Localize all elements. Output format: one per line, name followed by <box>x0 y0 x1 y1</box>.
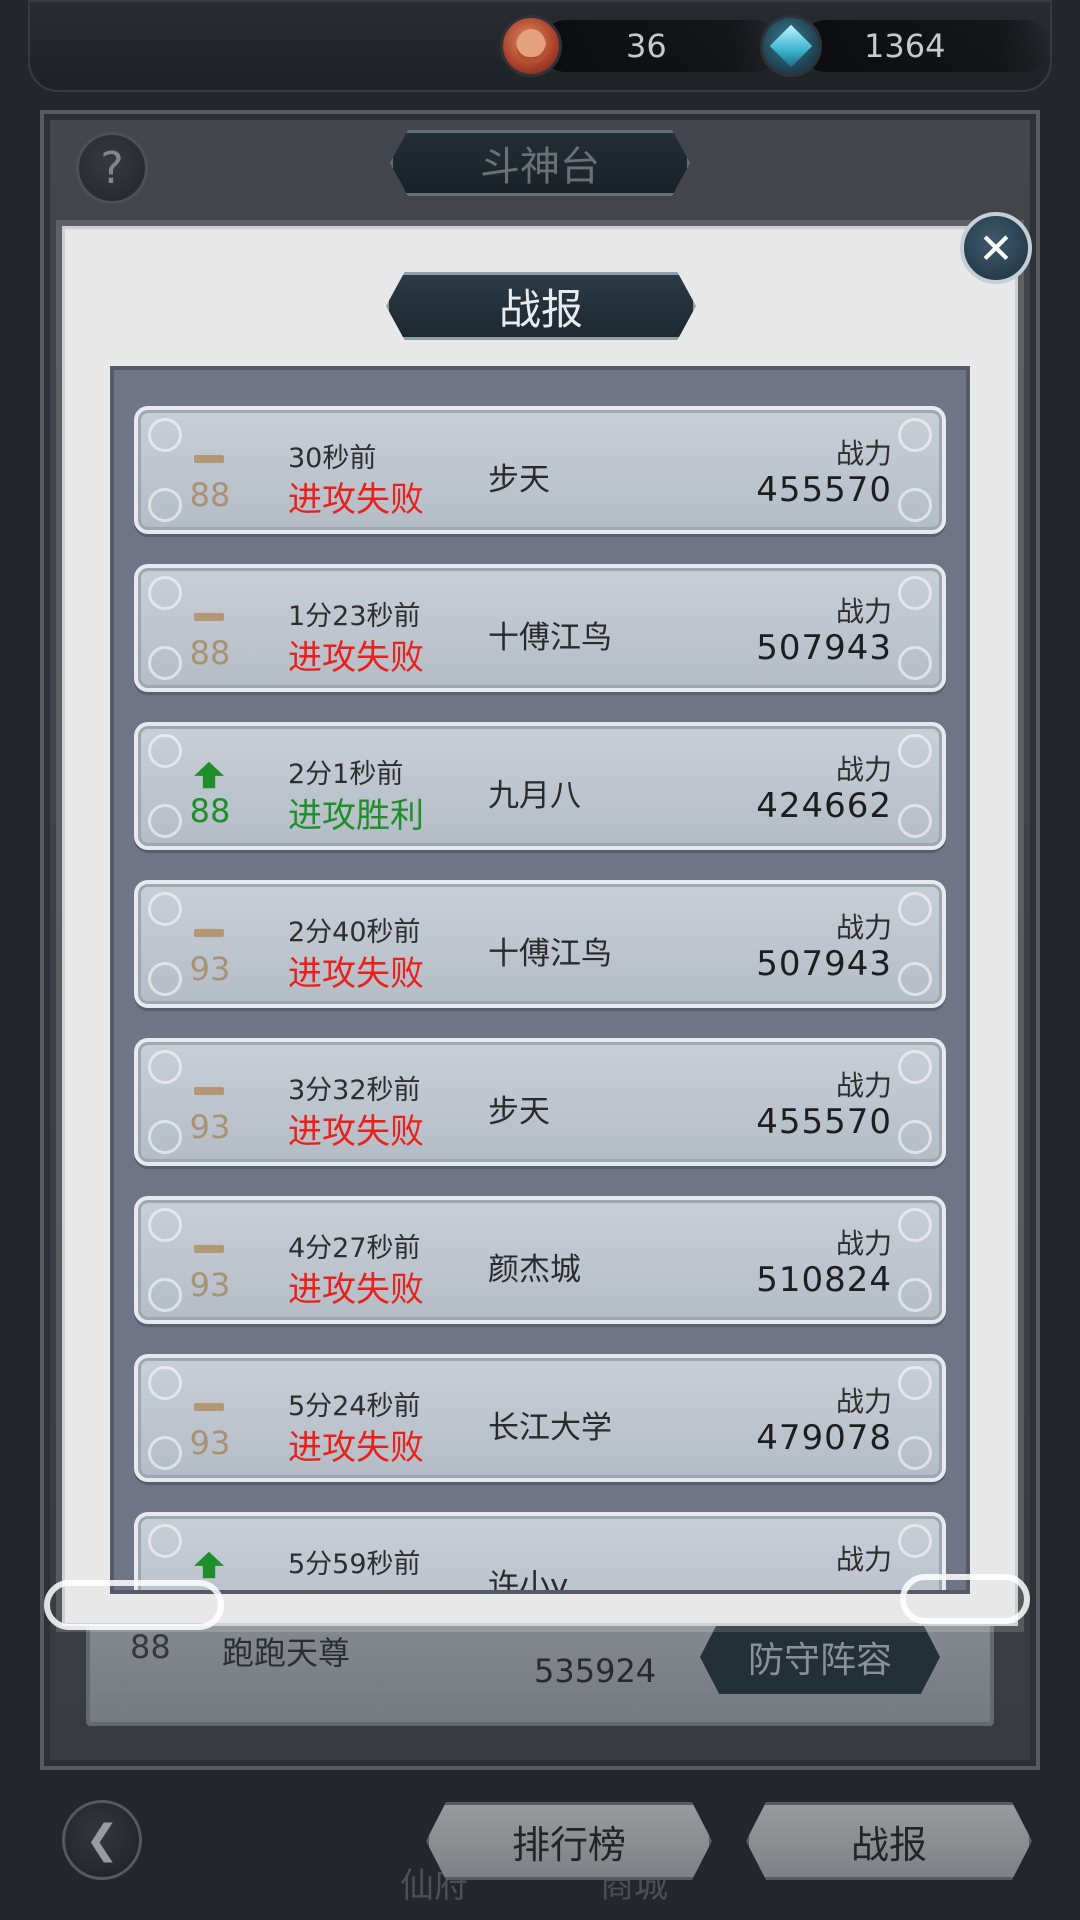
rank-unchanged-icon <box>194 918 224 948</box>
opponent-name: 步天 <box>488 462 550 498</box>
report-time: 3分32秒前 <box>288 1075 421 1106</box>
report-row[interactable]: 88 1分23秒前进攻失败 十傅江鸟 战力 507943 <box>134 564 946 692</box>
copper-value: 36 <box>626 27 667 65</box>
rank-up-arrow-icon <box>194 1550 224 1580</box>
copper-coin-icon <box>500 15 562 77</box>
power-label: 战力 <box>835 1227 892 1260</box>
rank-number: 88 <box>189 634 231 672</box>
power-value: 424662 <box>756 786 892 826</box>
report-list[interactable]: 88 30秒前 进攻失败 步天 战力 455570 88 1分23秒前 进攻失败 十傅江鸟 战力 50… <box>110 366 970 1594</box>
rank-unchanged-icon <box>194 602 224 632</box>
report-rows: 88 30秒前 进攻失败 步天 战力 455570 88 1分23秒前 进攻失败 十傅江鸟 战力 50… <box>134 406 946 1594</box>
corner-ornament <box>148 892 182 926</box>
report-time: 4分27秒前 <box>288 1233 421 1264</box>
corner-ornament <box>898 418 932 452</box>
power-label: 战力 <box>835 753 892 786</box>
power-value: 479078 <box>756 1418 892 1458</box>
power-label: 战力 <box>835 437 892 470</box>
report-time: 5分24秒前 <box>288 1391 421 1422</box>
report-time: 2分1秒前 <box>288 759 404 790</box>
power-value: 510824 <box>756 1260 892 1300</box>
corner-ornament <box>898 1436 932 1470</box>
opponent-name: 十傅江鸟 <box>488 620 612 656</box>
corner-ornament <box>148 1366 182 1400</box>
power-label: 战力 <box>835 911 892 944</box>
report-result: 进攻失败 <box>288 480 424 520</box>
close-button[interactable]: ✕ <box>960 212 1032 284</box>
corner-ornament <box>898 1208 932 1242</box>
opponent-name: 九月八 <box>488 778 581 814</box>
rank-number: 93 <box>189 1424 231 1462</box>
corner-ornament <box>898 1278 932 1312</box>
report-row[interactable]: 88 30秒前进攻失败 步天 战力 455570 <box>134 406 946 534</box>
rank-number: 93 <box>189 1108 231 1146</box>
corner-ornament <box>898 646 932 680</box>
corner-ornament <box>898 1524 932 1558</box>
opponent-name: 许小y <box>488 1568 569 1594</box>
report-result: 进攻失败 <box>288 638 424 678</box>
report-row[interactable]: 93 5分24秒前进攻失败 长江大学 战力 479078 <box>134 1354 946 1482</box>
opponent-name: 颜杰城 <box>488 1252 581 1288</box>
corner-ornament <box>898 804 932 838</box>
corner-ornament <box>148 734 182 768</box>
modal-title: 战报 <box>386 272 696 340</box>
crystal-value: 1364 <box>864 27 946 65</box>
cloud-decoration-left <box>44 1580 224 1630</box>
opponent-name: 长江大学 <box>488 1410 612 1446</box>
report-time: 30秒前 <box>288 443 377 474</box>
report-result: 进攻失败 <box>288 954 424 994</box>
corner-ornament <box>898 1120 932 1154</box>
power-label: 战力 <box>835 1543 892 1576</box>
corner-ornament <box>898 734 932 768</box>
corner-ornament <box>898 962 932 996</box>
rank-unchanged-icon <box>194 1392 224 1422</box>
corner-ornament <box>898 1050 932 1084</box>
rank-unchanged-icon <box>194 444 224 474</box>
corner-ornament <box>148 1524 182 1558</box>
power-label: 战力 <box>835 1385 892 1418</box>
report-row[interactable]: 5分59秒前许小y 战力 <box>134 1512 946 1594</box>
report-row[interactable]: 93 3分32秒前进攻失败 步天 战力 455570 <box>134 1038 946 1166</box>
power-label: 战力 <box>835 595 892 628</box>
corner-ornament <box>148 1050 182 1084</box>
report-result: 进攻失败 <box>288 1112 424 1152</box>
report-result: 进攻胜利 <box>288 796 424 836</box>
power-value: 507943 <box>756 944 892 984</box>
report-result: 进攻失败 <box>288 1428 424 1468</box>
corner-ornament <box>898 576 932 610</box>
corner-ornament <box>148 576 182 610</box>
corner-ornament <box>148 1208 182 1242</box>
report-result: 进攻失败 <box>288 1270 424 1310</box>
rank-unchanged-icon <box>194 1076 224 1106</box>
report-row[interactable]: 93 2分40秒前进攻失败 十傅江鸟 战力 507943 <box>134 880 946 1008</box>
rank-unchanged-icon <box>194 1234 224 1264</box>
rank-number: 93 <box>189 950 231 988</box>
power-value: 455570 <box>756 1102 892 1142</box>
corner-ornament <box>898 1366 932 1400</box>
corner-ornament <box>898 488 932 522</box>
opponent-name: 步天 <box>488 1094 550 1130</box>
rank-up-arrow-icon <box>194 760 224 790</box>
report-row[interactable]: 93 4分27秒前进攻失败 颜杰城 战力 510824 <box>134 1196 946 1324</box>
report-row[interactable]: 88 2分1秒前进攻胜利 九月八 战力 424662 <box>134 722 946 850</box>
rank-number: 93 <box>189 1266 231 1304</box>
cloud-decoration-right <box>900 1574 1030 1624</box>
report-time: 5分59秒前 <box>288 1549 421 1580</box>
corner-ornament <box>148 418 182 452</box>
power-value: 507943 <box>756 628 892 668</box>
corner-ornament <box>898 892 932 926</box>
rank-number: 88 <box>189 792 231 830</box>
opponent-name: 十傅江鸟 <box>488 936 612 972</box>
power-label: 战力 <box>835 1069 892 1102</box>
report-time: 2分40秒前 <box>288 917 421 948</box>
crystal-icon <box>760 15 822 77</box>
close-icon: ✕ <box>978 223 1014 273</box>
power-value: 455570 <box>756 470 892 510</box>
rank-number: 88 <box>189 476 231 514</box>
report-time: 1分23秒前 <box>288 601 421 632</box>
